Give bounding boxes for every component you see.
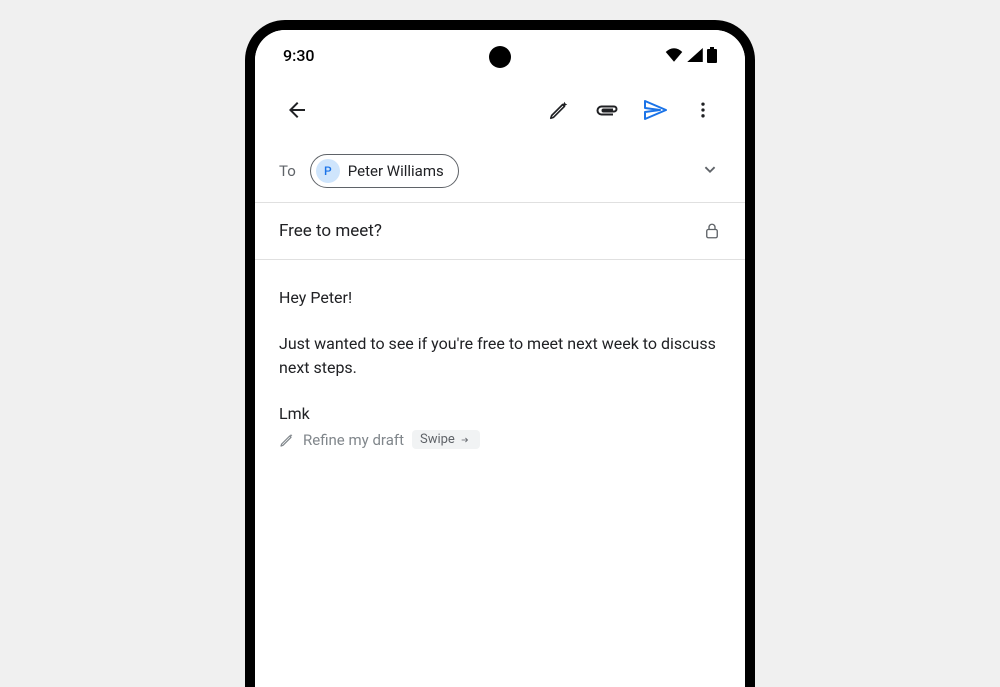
body-signoff: Lmk <box>279 402 721 426</box>
expand-recipients-button[interactable] <box>699 158 721 184</box>
refine-row[interactable]: Refine my draft Swipe <box>279 430 721 449</box>
arrow-right-icon <box>458 435 472 445</box>
phone-frame: 9:30 <box>245 20 755 687</box>
camera-hole <box>489 46 511 68</box>
chevron-down-icon <box>699 158 721 180</box>
lock-icon <box>703 221 721 241</box>
swipe-hint-text: Swipe <box>420 432 455 447</box>
back-button[interactable] <box>277 90 317 130</box>
magic-write-button[interactable] <box>539 90 579 130</box>
status-time: 9:30 <box>283 46 315 65</box>
paperclip-icon <box>595 98 619 122</box>
body-greeting: Hey Peter! <box>279 286 721 310</box>
body-paragraph: Just wanted to see if you're free to mee… <box>279 332 721 380</box>
recipient-chip[interactable]: P Peter Williams <box>310 154 459 188</box>
recipient-name: Peter Williams <box>348 162 444 180</box>
magic-pen-icon <box>548 99 570 121</box>
more-button[interactable] <box>683 90 723 130</box>
refine-label: Refine my draft <box>303 431 404 449</box>
screen: 9:30 <box>255 30 745 687</box>
swipe-hint: Swipe <box>412 430 480 449</box>
battery-icon <box>707 47 717 63</box>
recipient-row[interactable]: To P Peter Williams <box>255 144 745 203</box>
signal-icon <box>687 48 703 62</box>
recipient-avatar: P <box>316 159 340 183</box>
subject-input[interactable]: Free to meet? <box>279 221 693 241</box>
send-button[interactable] <box>635 90 675 130</box>
wifi-icon <box>665 48 683 62</box>
to-label: To <box>279 162 296 180</box>
subject-row[interactable]: Free to meet? <box>255 203 745 260</box>
magic-pen-small-icon <box>279 432 295 448</box>
send-icon <box>643 98 667 122</box>
attach-button[interactable] <box>587 90 627 130</box>
status-icons <box>665 47 717 63</box>
more-vert-icon <box>693 100 713 120</box>
body-area[interactable]: Hey Peter! Just wanted to see if you're … <box>255 260 745 475</box>
compose-toolbar <box>255 74 745 144</box>
arrow-back-icon <box>285 98 309 122</box>
